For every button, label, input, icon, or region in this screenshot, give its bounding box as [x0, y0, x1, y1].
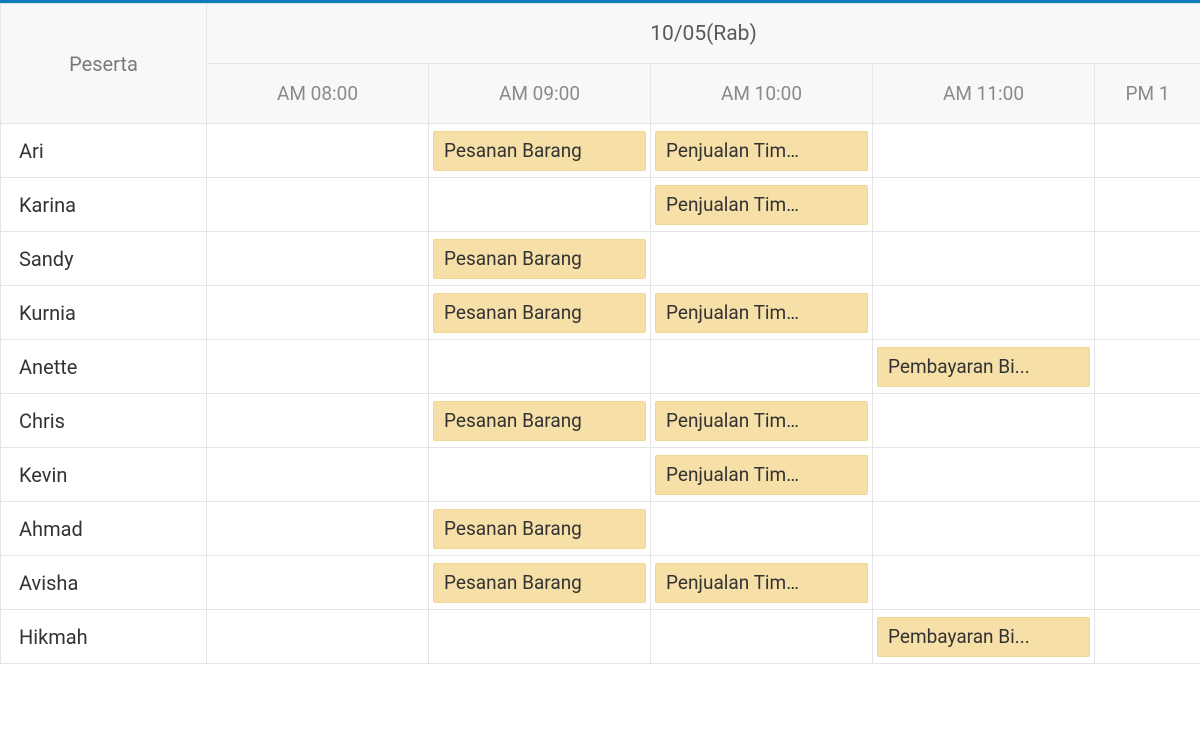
time-slot[interactable]: Penjualan Tim… [651, 286, 873, 340]
time-slot[interactable]: Penjualan Tim… [651, 124, 873, 178]
participant-name[interactable]: Anette [1, 340, 207, 394]
event-block[interactable]: Pesanan Barang [433, 563, 646, 603]
participant-name[interactable]: Sandy [1, 232, 207, 286]
time-slot[interactable]: Pembayaran Bi... [873, 340, 1095, 394]
participant-name[interactable]: Chris [1, 394, 207, 448]
event-block[interactable]: Pesanan Barang [433, 401, 646, 441]
event-block[interactable]: Penjualan Tim… [655, 563, 868, 603]
participant-name[interactable]: Kurnia [1, 286, 207, 340]
time-slot[interactable]: Pesanan Barang [429, 556, 651, 610]
participant-row: Kevin Penjualan Tim… [1, 448, 1200, 502]
time-slot[interactable] [1095, 448, 1200, 502]
time-column-header[interactable]: AM 10:00 [651, 64, 873, 124]
time-slot[interactable]: Pesanan Barang [429, 286, 651, 340]
time-slot[interactable] [651, 502, 873, 556]
event-block[interactable]: Pesanan Barang [433, 293, 646, 333]
time-slot[interactable] [207, 124, 429, 178]
time-slot[interactable] [429, 178, 651, 232]
time-slot[interactable]: Pesanan Barang [429, 394, 651, 448]
time-column-header[interactable]: AM 11:00 [873, 64, 1095, 124]
participant-name[interactable]: Ahmad [1, 502, 207, 556]
event-block[interactable]: Pembayaran Bi... [877, 617, 1090, 657]
schedule-table: Peserta 10/05(Rab) AM 08:00AM 09:00AM 10… [0, 3, 1200, 664]
time-slot[interactable] [207, 232, 429, 286]
participant-row: Ahmad Pesanan Barang [1, 502, 1200, 556]
time-slot[interactable] [1095, 340, 1200, 394]
participant-row: Hikmah Pembayaran Bi... [1, 610, 1200, 664]
time-slot[interactable] [429, 340, 651, 394]
time-column-header[interactable]: PM 1 [1095, 64, 1200, 124]
time-slot[interactable] [207, 286, 429, 340]
time-column-header[interactable]: AM 08:00 [207, 64, 429, 124]
participant-name[interactable]: Hikmah [1, 610, 207, 664]
event-block[interactable]: Penjualan Tim… [655, 401, 868, 441]
time-slot[interactable] [651, 232, 873, 286]
time-slot[interactable] [207, 610, 429, 664]
time-slot[interactable] [207, 556, 429, 610]
time-slot[interactable] [1095, 610, 1200, 664]
time-slot[interactable] [651, 340, 873, 394]
time-column-header[interactable]: AM 09:00 [429, 64, 651, 124]
participant-name[interactable]: Ari [1, 124, 207, 178]
time-slot[interactable] [873, 286, 1095, 340]
time-slot[interactable]: Pembayaran Bi... [873, 610, 1095, 664]
time-slot[interactable]: Penjualan Tim… [651, 448, 873, 502]
time-slot[interactable] [873, 394, 1095, 448]
time-slot[interactable] [1095, 556, 1200, 610]
time-slot[interactable] [1095, 178, 1200, 232]
time-slot[interactable] [1095, 286, 1200, 340]
event-block[interactable]: Penjualan Tim… [655, 185, 868, 225]
time-slot[interactable] [207, 340, 429, 394]
time-slot[interactable] [873, 232, 1095, 286]
time-slot[interactable] [207, 448, 429, 502]
time-slot[interactable] [1095, 394, 1200, 448]
event-block[interactable]: Pesanan Barang [433, 509, 646, 549]
time-slot[interactable] [873, 448, 1095, 502]
time-slot[interactable] [873, 556, 1095, 610]
participant-row: Ari Pesanan BarangPenjualan Tim… [1, 124, 1200, 178]
time-slot[interactable]: Pesanan Barang [429, 232, 651, 286]
participant-row: Sandy Pesanan Barang [1, 232, 1200, 286]
time-slot[interactable]: Penjualan Tim… [651, 178, 873, 232]
event-block[interactable]: Pembayaran Bi... [877, 347, 1090, 387]
participant-row: Avisha Pesanan BarangPenjualan Tim… [1, 556, 1200, 610]
event-block[interactable]: Penjualan Tim… [655, 131, 868, 171]
date-header[interactable]: 10/05(Rab) [207, 4, 1200, 64]
participant-row: Karina Penjualan Tim… [1, 178, 1200, 232]
time-slot[interactable] [429, 448, 651, 502]
time-slot[interactable] [873, 178, 1095, 232]
event-block[interactable]: Penjualan Tim… [655, 455, 868, 495]
participant-name[interactable]: Avisha [1, 556, 207, 610]
time-slot[interactable] [1095, 502, 1200, 556]
participant-name[interactable]: Kevin [1, 448, 207, 502]
time-slot[interactable] [207, 394, 429, 448]
participant-row: Kurnia Pesanan BarangPenjualan Tim… [1, 286, 1200, 340]
time-slot[interactable]: Pesanan Barang [429, 502, 651, 556]
participant-header: Peserta [1, 4, 207, 124]
time-slot[interactable]: Pesanan Barang [429, 124, 651, 178]
event-block[interactable]: Pesanan Barang [433, 131, 646, 171]
time-slot[interactable] [207, 178, 429, 232]
time-slot[interactable] [429, 610, 651, 664]
time-slot[interactable] [1095, 124, 1200, 178]
participant-name[interactable]: Karina [1, 178, 207, 232]
time-slot[interactable] [873, 124, 1095, 178]
time-slot[interactable] [651, 610, 873, 664]
time-slot[interactable]: Penjualan Tim… [651, 394, 873, 448]
participant-row: Anette Pembayaran Bi... [1, 340, 1200, 394]
schedule-container: Peserta 10/05(Rab) AM 08:00AM 09:00AM 10… [0, 0, 1200, 746]
event-block[interactable]: Penjualan Tim… [655, 293, 868, 333]
participant-row: Chris Pesanan BarangPenjualan Tim… [1, 394, 1200, 448]
time-slot[interactable] [1095, 232, 1200, 286]
time-slot[interactable]: Penjualan Tim… [651, 556, 873, 610]
time-slot[interactable] [873, 502, 1095, 556]
event-block[interactable]: Pesanan Barang [433, 239, 646, 279]
time-slot[interactable] [207, 502, 429, 556]
